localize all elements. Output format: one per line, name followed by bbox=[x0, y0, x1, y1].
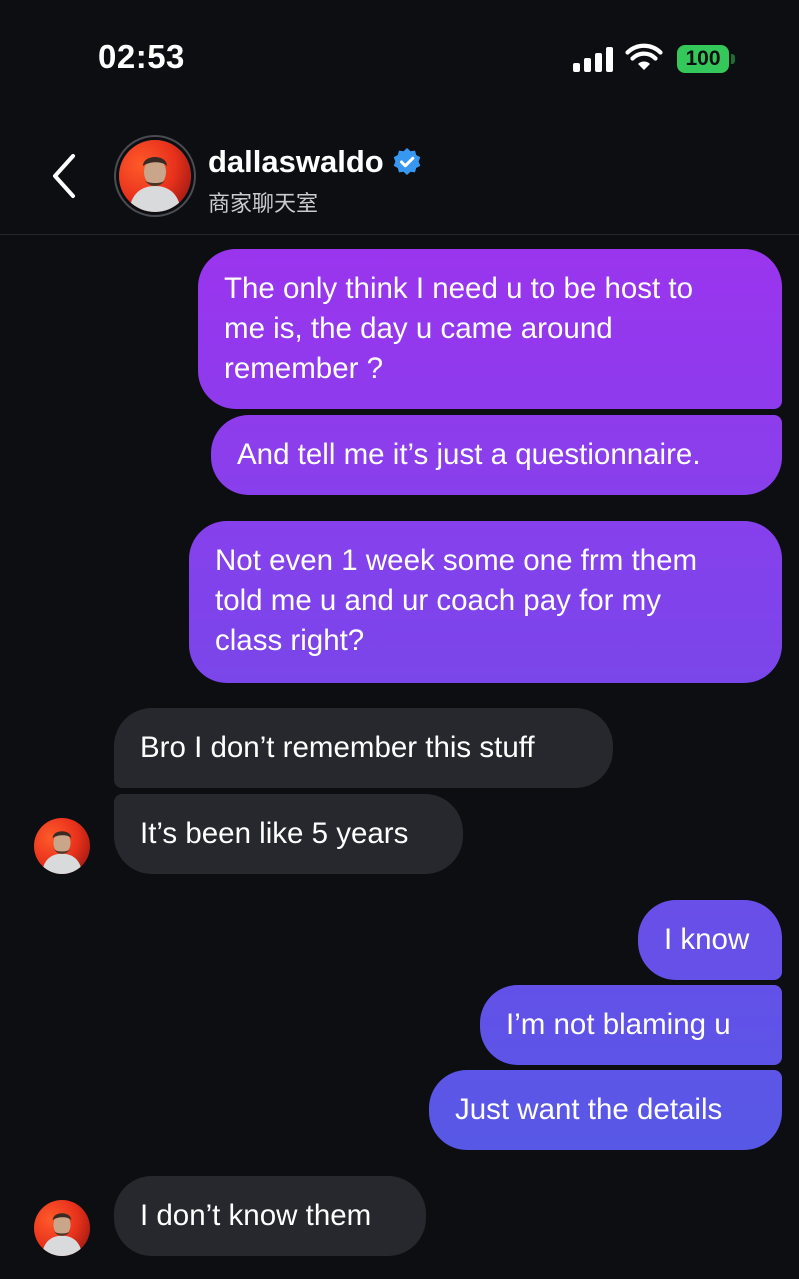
message-line: It’s been like 5 years bbox=[140, 817, 409, 850]
message-line: I know bbox=[664, 923, 750, 956]
status-bar: 02:53 100 bbox=[0, 0, 799, 120]
message-bubble-sent[interactable]: The only think I need u to be host to me… bbox=[198, 249, 782, 409]
message-bubble-sent[interactable]: I’m not blaming u bbox=[480, 985, 782, 1065]
back-button[interactable] bbox=[40, 152, 88, 200]
message-line: Bro I don’t remember this stuff bbox=[140, 731, 535, 764]
message-bubble-sent[interactable]: And tell me it’s just a questionnaire. bbox=[211, 415, 782, 495]
verified-badge-icon bbox=[393, 148, 421, 175]
message-line: me is, the day u came around bbox=[224, 312, 613, 345]
profile-avatar[interactable] bbox=[114, 135, 196, 217]
message-line: And tell me it’s just a questionnaire. bbox=[237, 438, 701, 471]
message-line: Not even 1 week some one frm them bbox=[215, 544, 698, 577]
message-line: I’m not blaming u bbox=[506, 1008, 731, 1041]
message-bubble-sent[interactable]: Just want the details bbox=[429, 1070, 782, 1150]
battery-icon: 100 bbox=[677, 45, 729, 73]
signal-icon bbox=[573, 46, 615, 72]
message-bubble-received[interactable]: I don’t know them bbox=[114, 1176, 426, 1256]
message-bubble-received[interactable]: It’s been like 5 years bbox=[114, 794, 463, 874]
username-row[interactable]: dallaswaldo bbox=[208, 142, 422, 182]
message-line: class right? bbox=[215, 624, 365, 657]
message-bubble-received[interactable]: Bro I don’t remember this stuff bbox=[114, 708, 613, 788]
chat-subtitle: 商家聊天室 bbox=[208, 192, 319, 217]
message-bubble-sent[interactable]: I know bbox=[638, 900, 782, 980]
status-time: 02:53 bbox=[98, 38, 185, 75]
message-line: The only think I need u to be host to bbox=[224, 272, 694, 305]
battery-tip bbox=[731, 54, 735, 64]
message-bubble-sent[interactable]: Not even 1 week some one frm them told m… bbox=[189, 521, 782, 683]
message-line: remember ? bbox=[224, 352, 384, 385]
message-line: told me u and ur coach pay for my bbox=[215, 584, 662, 617]
wifi-icon bbox=[625, 43, 663, 70]
sender-avatar[interactable] bbox=[34, 1200, 90, 1256]
back-chevron-icon bbox=[53, 154, 75, 198]
username: dallaswaldo bbox=[208, 144, 384, 179]
message-line: I don’t know them bbox=[140, 1199, 372, 1232]
battery-level: 100 bbox=[685, 47, 721, 70]
message-line: Just want the details bbox=[455, 1093, 723, 1126]
sender-avatar[interactable] bbox=[34, 818, 90, 874]
chat-header: dallaswaldo 商家聊天室 bbox=[0, 120, 799, 235]
avatar bbox=[116, 137, 194, 215]
